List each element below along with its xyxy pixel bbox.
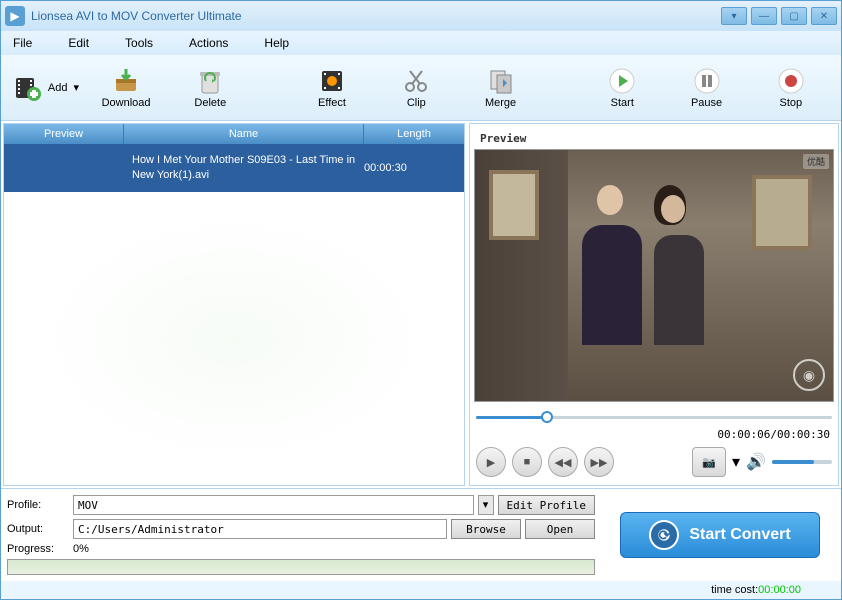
- merge-button[interactable]: Merge: [458, 58, 542, 118]
- list-header: Preview Name Length: [4, 124, 464, 144]
- settings-area: Profile: ▾ Edit Profile Output: Browse O…: [7, 495, 595, 575]
- convert-label: Start Convert: [689, 526, 790, 544]
- stop-button[interactable]: Stop: [749, 58, 833, 118]
- add-button[interactable]: Add ▾: [9, 58, 84, 118]
- menu-file[interactable]: File: [13, 36, 32, 50]
- menubar: File Edit Tools Actions Help: [1, 31, 841, 55]
- player-play-button[interactable]: ▶: [476, 447, 506, 477]
- convert-area: ⟳ Start Convert: [605, 495, 835, 575]
- recycle-icon: [196, 67, 224, 95]
- bottom-panel: Profile: ▾ Edit Profile Output: Browse O…: [1, 488, 841, 581]
- seek-thumb[interactable]: [541, 411, 553, 423]
- time-cost-label: time cost:: [711, 584, 758, 596]
- window-controls: ▾ — ▢ ✕: [721, 7, 837, 25]
- col-name[interactable]: Name: [124, 124, 364, 144]
- time-display: 00:00:06/00:00:30: [474, 426, 834, 443]
- filmstrip-add-icon: [14, 74, 42, 102]
- menu-edit[interactable]: Edit: [68, 36, 89, 50]
- list-empty-area: [4, 192, 464, 485]
- clip-button[interactable]: Clip: [374, 58, 458, 118]
- preview-title: Preview: [474, 128, 834, 149]
- skin-button[interactable]: ▾: [721, 7, 747, 25]
- close-button[interactable]: ✕: [811, 7, 837, 25]
- menu-help[interactable]: Help: [264, 36, 289, 50]
- delete-button[interactable]: Delete: [168, 58, 252, 118]
- profile-select[interactable]: [73, 495, 474, 515]
- effect-button[interactable]: Effect: [290, 58, 374, 118]
- effect-icon: [318, 67, 346, 95]
- player-controls: ▶ ■ ◀◀ ▶▶ 📷 ▾ 🔊: [474, 443, 834, 481]
- snapshot-dropdown-icon[interactable]: ▾: [732, 452, 740, 472]
- video-frame: ◉ 优酷: [475, 150, 833, 401]
- row-length: 00:00:30: [364, 162, 464, 174]
- titlebar-title: Lionsea AVI to MOV Converter Ultimate: [31, 9, 721, 23]
- cbs-logo-icon: ◉: [793, 359, 825, 391]
- content-area: Preview Name Length How I Met Your Mothe…: [1, 121, 841, 488]
- scissors-icon: [402, 67, 430, 95]
- minimize-button[interactable]: —: [751, 7, 777, 25]
- effect-label: Effect: [318, 97, 346, 109]
- edit-profile-button[interactable]: Edit Profile: [498, 495, 595, 515]
- merge-label: Merge: [485, 97, 516, 109]
- seek-bar[interactable]: [476, 410, 832, 424]
- output-path-input[interactable]: [73, 519, 447, 539]
- play-icon: [608, 67, 636, 95]
- list-row[interactable]: How I Met Your Mother S09E03 - Last Time…: [4, 144, 464, 192]
- watermark: 优酷: [803, 154, 829, 169]
- delete-label: Delete: [194, 97, 226, 109]
- titlebar: ▶ Lionsea AVI to MOV Converter Ultimate …: [1, 1, 841, 31]
- start-convert-button[interactable]: ⟳ Start Convert: [620, 512, 820, 558]
- output-label: Output:: [7, 523, 69, 535]
- footer: time cost:00:00:00: [1, 581, 841, 599]
- row-filename: How I Met Your Mother S09E03 - Last Time…: [124, 149, 364, 188]
- stop-label: Stop: [779, 97, 802, 109]
- time-cost-value: 00:00:00: [758, 584, 801, 596]
- profile-dropdown-icon[interactable]: ▾: [478, 495, 494, 515]
- download-label: Download: [102, 97, 151, 109]
- app-icon: ▶: [5, 6, 25, 26]
- clip-label: Clip: [407, 97, 426, 109]
- app-window: ▶ Lionsea AVI to MOV Converter Ultimate …: [0, 0, 842, 600]
- toolbar: Add ▾ Download Delete Effect Clip: [1, 55, 841, 121]
- stop-icon: [777, 67, 805, 95]
- player-forward-button[interactable]: ▶▶: [584, 447, 614, 477]
- file-list: Preview Name Length How I Met Your Mothe…: [3, 123, 465, 486]
- volume-icon[interactable]: 🔊: [746, 452, 766, 472]
- volume-slider[interactable]: [772, 460, 832, 464]
- merge-icon: [487, 67, 515, 95]
- download-button[interactable]: Download: [84, 58, 168, 118]
- preview-pane: Preview ◉ 优酷: [469, 123, 839, 486]
- progress-label: Progress:: [7, 543, 69, 555]
- menu-tools[interactable]: Tools: [125, 36, 153, 50]
- dropdown-icon: ▾: [73, 81, 79, 94]
- pause-button[interactable]: Pause: [664, 58, 748, 118]
- pause-label: Pause: [691, 97, 722, 109]
- browse-button[interactable]: Browse: [451, 519, 521, 539]
- start-button[interactable]: Start: [580, 58, 664, 118]
- profile-label: Profile:: [7, 499, 69, 511]
- progress-value: 0%: [73, 543, 89, 555]
- col-length[interactable]: Length: [364, 124, 464, 144]
- convert-icon: ⟳: [649, 520, 679, 550]
- pause-icon: [693, 67, 721, 95]
- menu-actions[interactable]: Actions: [189, 36, 228, 50]
- player-stop-button[interactable]: ■: [512, 447, 542, 477]
- snapshot-button[interactable]: 📷: [692, 447, 726, 477]
- download-icon: [112, 67, 140, 95]
- col-preview[interactable]: Preview: [4, 124, 124, 144]
- maximize-button[interactable]: ▢: [781, 7, 807, 25]
- add-label: Add: [48, 82, 68, 94]
- player-rewind-button[interactable]: ◀◀: [548, 447, 578, 477]
- video-display[interactable]: ◉ 优酷: [474, 149, 834, 402]
- start-label: Start: [611, 97, 634, 109]
- progress-bar: [7, 559, 595, 575]
- open-button[interactable]: Open: [525, 519, 595, 539]
